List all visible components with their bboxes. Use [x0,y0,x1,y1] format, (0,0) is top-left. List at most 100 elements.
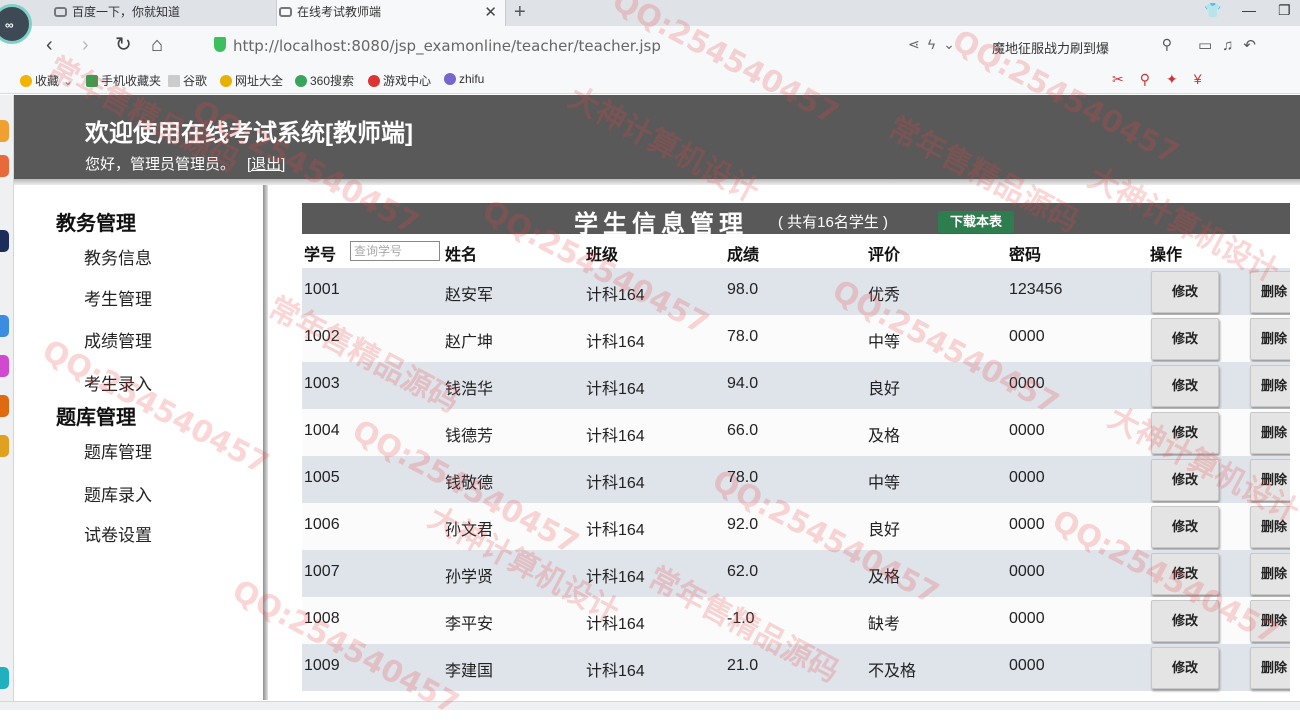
menu-item-question-bank-management[interactable]: 题库管理 [84,438,152,463]
menu-item-academic-info[interactable]: 教务信息 [84,244,152,269]
browser-tools-icon[interactable]: ▭♫↶ [1198,36,1266,54]
url-text: http://localhost:8080/jsp_examonline/tea… [233,37,661,55]
cell-id: 1006 [304,516,340,533]
download-table-button[interactable]: 下载本表 [938,211,1014,233]
menu-item-question-entry[interactable]: 题库录入 [84,481,152,506]
menu-item-student-management[interactable]: 考生管理 [84,285,152,310]
cell-id: 1009 [304,657,340,674]
browser-search-field[interactable]: 魔地征服战力刷到爆 ⚲ [984,32,1182,60]
delete-button[interactable]: 删除 [1250,553,1290,595]
delete-button[interactable]: 删除 [1250,365,1290,407]
edit-button[interactable]: 修改 [1151,506,1219,548]
cell-grade: 中等 [868,475,901,492]
cell-id: 1008 [304,610,340,627]
cell-id: 1002 [304,328,340,345]
globe-icon [220,74,232,87]
url-field[interactable]: http://localhost:8080/jsp_examonline/tea… [206,32,976,60]
cell-score: 98.0 [727,281,759,298]
cell-class: 计科164 [586,381,645,398]
edit-button[interactable]: 修改 [1151,271,1219,313]
logout-link[interactable]: [退出] [247,156,285,173]
delete-button[interactable]: 删除 [1250,271,1290,313]
app-icon[interactable] [0,395,9,417]
app-icon[interactable] [0,155,9,177]
url-tools-icon[interactable]: ⋖ϟ⌄ [908,36,963,53]
menu-divider[interactable] [263,185,268,700]
delete-button[interactable]: 删除 [1250,647,1290,689]
cell-grade: 良好 [868,381,901,398]
cell-class: 计科164 [586,428,645,445]
delete-button[interactable]: 删除 [1250,600,1290,642]
cell-pwd: 0000 [1009,563,1045,580]
edit-button[interactable]: 修改 [1151,365,1219,407]
delete-button[interactable]: 删除 [1250,506,1290,548]
tab-baidu[interactable]: 百度一下，你就知道 [52,0,274,26]
edit-button[interactable]: 修改 [1151,553,1219,595]
cell-pwd: 0000 [1009,469,1045,486]
delete-button[interactable]: 删除 [1250,318,1290,360]
app-icon[interactable] [0,667,9,689]
cell-pwd: 0000 [1009,328,1045,345]
cell-id: 1007 [304,563,340,580]
cell-pwd: 0000 [1009,657,1045,674]
home-icon[interactable]: ⌂ [151,34,163,56]
bookmark-item[interactable]: 360搜索 [295,72,354,89]
cell-grade: 不及格 [868,663,917,680]
new-tab-icon[interactable]: + [514,0,526,24]
bookmark-item[interactable]: 网址大全 [220,72,283,89]
minimize-icon[interactable]: — [1242,2,1256,18]
menu-item-paper-settings[interactable]: 试卷设置 [84,521,152,546]
back-icon[interactable]: ‹ [46,34,53,56]
refresh-icon[interactable]: ↻ [115,34,132,56]
cell-name: 赵广坤 [445,334,494,351]
delete-button[interactable]: 删除 [1250,412,1290,454]
shirt-icon[interactable]: 👕 [1204,2,1221,19]
search-icon[interactable]: ⚲ [1162,36,1172,53]
bookmark-item[interactable]: 收藏 ⌄ [20,72,73,89]
edit-button[interactable]: 修改 [1151,412,1219,454]
table-row: 1006 孙文君 计科164 92.0 良好 0000 修改 删除 [302,503,1290,550]
menu-item-student-entry[interactable]: 考生录入 [84,370,152,395]
bookmark-item[interactable]: 游戏中心 [368,72,431,89]
edit-button[interactable]: 修改 [1151,459,1219,501]
table-row: 1002 赵广坤 计科164 78.0 中等 0000 修改 删除 [302,315,1290,362]
cell-grade: 缺考 [868,616,901,633]
bookmark-item[interactable]: 谷歌 [168,72,207,89]
app-icon[interactable] [0,120,9,142]
page-header: 欢迎使用在线考试系统[教师端] 您好，管理员管理员。 [退出] [14,95,1300,185]
edit-button[interactable]: 修改 [1151,647,1219,689]
bookmark-item[interactable]: 手机收藏夹 [86,72,161,89]
cell-class: 计科164 [586,522,645,539]
table-row: 1008 李平安 计科164 -1.0 缺考 0000 修改 删除 [302,597,1290,644]
column-header-password: 密码 [1009,247,1042,264]
tab-page-icon [279,7,292,17]
cell-score: -1.0 [727,610,755,627]
close-tab-icon[interactable]: ✕ [484,0,497,24]
browser-side-strip [0,95,14,710]
phone-icon [86,74,98,87]
app-icon[interactable] [0,435,9,457]
student-id-search-input[interactable] [350,241,440,261]
maximize-icon[interactable]: ❐ [1278,2,1291,19]
star-icon [20,74,32,87]
edit-button[interactable]: 修改 [1151,318,1219,360]
app-icon[interactable] [0,315,9,337]
table-row: 1005 钱敬德 计科164 78.0 中等 0000 修改 删除 [302,456,1290,503]
forward-icon[interactable]: › [82,34,89,56]
tab-exam-teacher[interactable]: 在线考试教师端 ✕ [276,0,506,26]
cell-pwd: 0000 [1009,610,1045,627]
table-row: 1004 钱德芳 计科164 66.0 及格 0000 修改 删除 [302,409,1290,456]
cell-score: 66.0 [727,422,759,439]
delete-button[interactable]: 删除 [1250,459,1290,501]
cell-name: 孙文君 [445,522,494,539]
app-icon[interactable] [0,355,9,377]
app-icon[interactable] [0,230,9,252]
page-icon [168,74,180,87]
extension-icons[interactable]: ✂⚲✦¥ [1112,71,1218,88]
student-count: ( 共有16名学生 ) [778,214,889,231]
cell-class: 计科164 [586,287,645,304]
edit-button[interactable]: 修改 [1151,600,1219,642]
cell-score: 78.0 [727,469,759,486]
bookmark-item[interactable]: zhifu [444,72,484,86]
menu-item-score-management[interactable]: 成绩管理 [84,327,152,352]
